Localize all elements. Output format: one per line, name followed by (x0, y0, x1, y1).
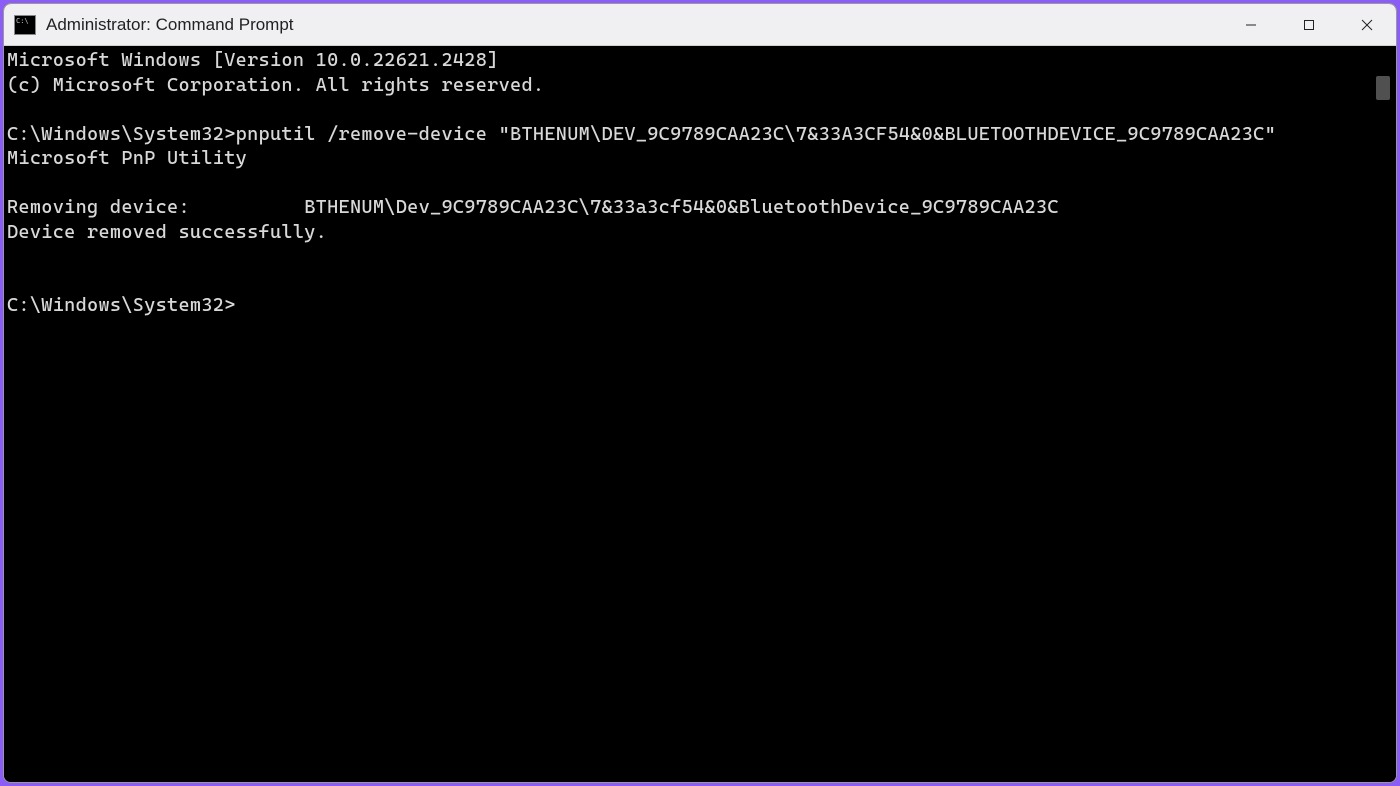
command-prompt-window: Administrator: Command Prompt Microsoft (3, 3, 1397, 783)
maximize-button[interactable] (1280, 4, 1338, 45)
close-icon (1361, 19, 1373, 31)
terminal-area: Microsoft Windows [Version 10.0.22621.24… (4, 46, 1396, 782)
window-title: Administrator: Command Prompt (46, 15, 1222, 35)
terminal-output[interactable]: Microsoft Windows [Version 10.0.22621.24… (4, 46, 1370, 782)
scrollbar[interactable] (1370, 46, 1396, 782)
titlebar[interactable]: Administrator: Command Prompt (4, 4, 1396, 46)
minimize-icon (1245, 19, 1257, 31)
cmd-icon (14, 15, 36, 35)
maximize-icon (1303, 19, 1315, 31)
minimize-button[interactable] (1222, 4, 1280, 45)
scrollbar-thumb[interactable] (1376, 76, 1390, 100)
window-controls (1222, 4, 1396, 45)
close-button[interactable] (1338, 4, 1396, 45)
